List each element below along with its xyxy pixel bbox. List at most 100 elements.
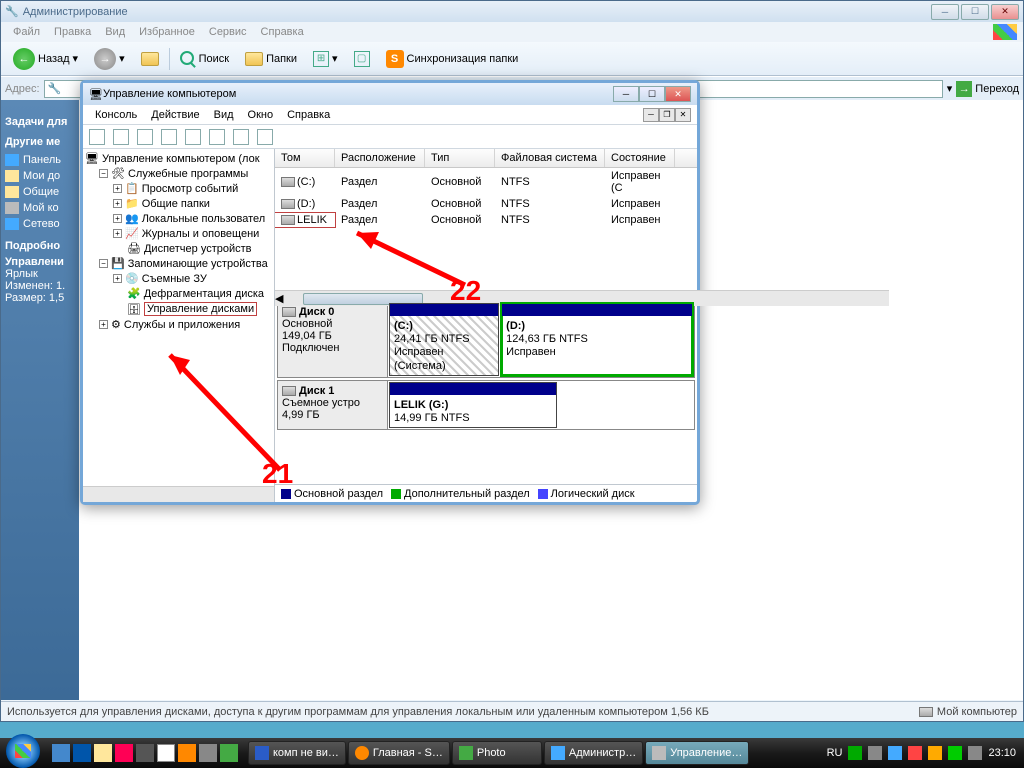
up-button[interactable] xyxy=(135,49,165,69)
expand-icon[interactable]: + xyxy=(113,184,122,193)
views-button[interactable]: ⊞▾ xyxy=(307,48,344,70)
tree-services[interactable]: +⚙Службы и приложения xyxy=(85,317,272,332)
expand-icon[interactable]: + xyxy=(113,199,122,208)
collapse-icon[interactable]: − xyxy=(99,169,108,178)
volume-hscrollbar[interactable]: ◀ xyxy=(275,290,697,299)
close-button[interactable]: ✕ xyxy=(991,4,1019,20)
tray-icon[interactable] xyxy=(928,746,942,760)
tree-disk-management[interactable]: 🗄Управление дисками xyxy=(85,301,272,317)
tree-system-tools[interactable]: −🛠Служебные программы xyxy=(85,166,272,181)
partition-lelik[interactable]: LELIK (G:) 14,99 ГБ NTFS xyxy=(389,382,557,428)
collapse-icon[interactable]: − xyxy=(99,259,108,268)
mmc-back-icon[interactable] xyxy=(89,129,105,145)
app-icon[interactable] xyxy=(199,744,217,762)
mmc-export-icon[interactable] xyxy=(209,129,225,145)
expand-icon[interactable]: + xyxy=(113,274,122,283)
menu-view[interactable]: Вид xyxy=(99,24,131,40)
sidebar-item-my-documents[interactable]: Мои до xyxy=(5,168,75,184)
folders-button[interactable]: Папки xyxy=(239,49,303,69)
disk-1-header[interactable]: Диск 1 Съемное устро 4,99 ГБ xyxy=(278,381,388,429)
tree-device-manager[interactable]: 🖨Диспетчер устройств xyxy=(85,241,272,256)
mmc-minimize-button[interactable]: ─ xyxy=(613,86,639,102)
tree-root[interactable]: 🖥Управление компьютером (лок xyxy=(85,151,272,166)
partition-d[interactable]: (D:) 124,63 ГБ NTFS Исправен xyxy=(501,303,693,376)
start-button[interactable] xyxy=(6,734,40,768)
disk-0-header[interactable]: Диск 0 Основной 149,04 ГБ Подключен xyxy=(278,302,388,377)
volume-row-c[interactable]: (C:) Раздел Основной NTFS Исправен (С xyxy=(275,168,697,196)
taskbar-item[interactable]: Управление… xyxy=(645,741,749,765)
app-icon[interactable] xyxy=(157,744,175,762)
menu-edit[interactable]: Правка xyxy=(48,24,97,40)
mmc-props-icon[interactable] xyxy=(161,129,177,145)
expand-icon[interactable]: + xyxy=(113,229,122,238)
mmc-menu-help[interactable]: Справка xyxy=(281,107,336,123)
app-icon[interactable] xyxy=(220,744,238,762)
tree-hscrollbar[interactable] xyxy=(83,486,275,502)
mmc-maximize-button[interactable]: ☐ xyxy=(639,86,665,102)
sidebar-item-network[interactable]: Сетево xyxy=(5,216,75,232)
mmc-close-button[interactable]: ✕ xyxy=(665,86,691,102)
clock[interactable]: 23:10 xyxy=(988,747,1016,759)
address-dropdown[interactable]: ▾ xyxy=(947,82,953,95)
minimize-button[interactable]: ─ xyxy=(931,4,959,20)
tree-storage[interactable]: −💾Запоминающие устройства xyxy=(85,256,272,271)
forward-button[interactable]: → ▾ xyxy=(88,45,131,73)
volume-row-lelik[interactable]: LELIK Раздел Основной NTFS Исправен xyxy=(275,212,697,228)
mmc-help-icon[interactable] xyxy=(233,129,249,145)
expand-icon[interactable]: + xyxy=(113,214,122,223)
search-button[interactable]: Поиск xyxy=(174,48,235,70)
titlebar[interactable]: 🔧 Администрирование ─ ☐ ✕ xyxy=(1,1,1023,22)
tree-removable-storage[interactable]: +💿Съемные ЗУ xyxy=(85,271,272,286)
tray-icon[interactable] xyxy=(888,746,902,760)
disk-0-row[interactable]: Диск 0 Основной 149,04 ГБ Подключен (C:)… xyxy=(277,301,695,378)
expand-icon[interactable]: + xyxy=(99,320,108,329)
back-button[interactable]: ← Назад ▾ xyxy=(7,45,84,73)
opera-icon[interactable] xyxy=(115,744,133,762)
menu-help[interactable]: Справка xyxy=(255,24,310,40)
mmc-titlebar[interactable]: 🖥 Управление компьютером ─ ☐ ✕ xyxy=(83,83,697,105)
taskbar-item[interactable]: Главная - S… xyxy=(348,741,450,765)
mmc-fwd-icon[interactable] xyxy=(113,129,129,145)
tree-shared-folders[interactable]: +📁Общие папки xyxy=(85,196,272,211)
show-desktop-icon[interactable] xyxy=(52,744,70,762)
mmc-extra-icon[interactable] xyxy=(257,129,273,145)
mdi-restore-button[interactable]: ❐ xyxy=(659,108,675,122)
tree-event-viewer[interactable]: +📋Просмотр событий xyxy=(85,181,272,196)
mmc-menu-view[interactable]: Вид xyxy=(208,107,240,123)
taskbar-item[interactable]: Photo xyxy=(452,741,542,765)
toolbar-extra-button[interactable]: ▢ xyxy=(348,48,376,70)
mdi-minimize-button[interactable]: ─ xyxy=(643,108,659,122)
menu-file[interactable]: Файл xyxy=(7,24,46,40)
sync-button[interactable]: S Синхронизация папки xyxy=(380,47,525,71)
tray-icon[interactable] xyxy=(908,746,922,760)
tray-icon[interactable] xyxy=(948,746,962,760)
volume-header[interactable]: Том Расположение Тип Файловая система Со… xyxy=(275,149,697,168)
firefox-icon[interactable] xyxy=(178,744,196,762)
mmc-menu-window[interactable]: Окно xyxy=(242,107,280,123)
maximize-button[interactable]: ☐ xyxy=(961,4,989,20)
taskbar[interactable]: комп не ви… Главная - S… Photo Администр… xyxy=(0,738,1024,768)
tray-icon[interactable] xyxy=(848,746,862,760)
tree-performance[interactable]: +📈Журналы и оповещени xyxy=(85,226,272,241)
taskbar-item[interactable]: Администр… xyxy=(544,741,643,765)
tree-local-users[interactable]: +👥Локальные пользовател xyxy=(85,211,272,226)
mdi-close-button[interactable]: ✕ xyxy=(675,108,691,122)
partition-c[interactable]: (C:) 24,41 ГБ NTFS Исправен (Система) xyxy=(389,303,499,376)
disk-1-row[interactable]: Диск 1 Съемное устро 4,99 ГБ LELIK (G:) … xyxy=(277,380,695,430)
sidebar-item-my-computer[interactable]: Мой ко xyxy=(5,200,75,216)
go-button[interactable]: → Переход xyxy=(956,81,1019,97)
mmc-refresh-icon[interactable] xyxy=(185,129,201,145)
system-tray[interactable]: RU 23:10 xyxy=(819,746,1024,760)
volume-list[interactable]: Том Расположение Тип Файловая система Со… xyxy=(275,149,697,299)
tree-defrag[interactable]: 🧩Дефрагментация диска xyxy=(85,286,272,301)
explorer-icon[interactable] xyxy=(94,744,112,762)
app-icon[interactable] xyxy=(136,744,154,762)
mmc-menu-console[interactable]: Консоль xyxy=(89,107,143,123)
volume-icon[interactable] xyxy=(968,746,982,760)
volume-row-d[interactable]: (D:) Раздел Основной NTFS Исправен xyxy=(275,196,697,212)
tray-icon[interactable] xyxy=(868,746,882,760)
lang-indicator[interactable]: RU xyxy=(827,747,843,759)
mmc-tree[interactable]: 🖥Управление компьютером (лок −🛠Служебные… xyxy=(83,149,275,502)
disk-graphical-view[interactable]: Диск 0 Основной 149,04 ГБ Подключен (C:)… xyxy=(275,299,697,484)
mmc-menu-action[interactable]: Действие xyxy=(145,107,205,123)
